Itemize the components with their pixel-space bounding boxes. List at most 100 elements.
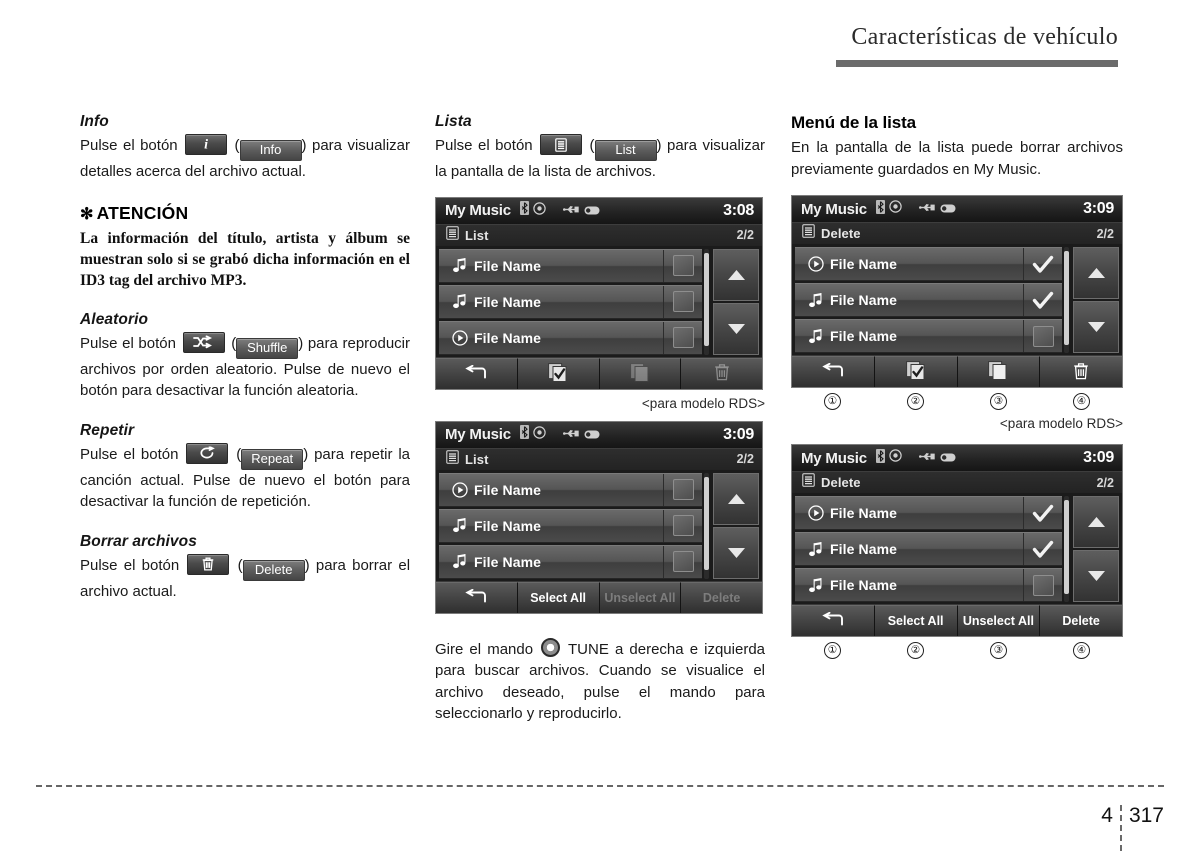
list-item[interactable]: File Name: [795, 319, 1062, 353]
row-checkbox[interactable]: [1023, 320, 1062, 352]
screen-delete-rds[interactable]: My Music 3:09 Delete 2/2 File Name File …: [791, 195, 1123, 388]
row-checkbox[interactable]: [1023, 569, 1062, 601]
sub-bar: Delete 2/2: [792, 222, 1122, 244]
repeat-icon: [186, 442, 229, 464]
screen-delete-select[interactable]: My Music 3:09 Delete 2/2 File Name File …: [791, 444, 1123, 637]
scrollbar[interactable]: [1064, 496, 1069, 602]
list-item[interactable]: File Name: [439, 544, 702, 579]
delete-button[interactable]: [680, 357, 762, 389]
disc-icon: [889, 200, 902, 218]
row-checkbox[interactable]: [1023, 533, 1062, 565]
scroll-up-icon[interactable]: [713, 472, 759, 525]
delete-button[interactable]: Delete: [1039, 605, 1122, 636]
scrollbar[interactable]: [1064, 247, 1069, 353]
unselect-all-button[interactable]: [598, 357, 681, 389]
paren-open: (: [234, 137, 240, 154]
scrollbar[interactable]: [704, 248, 709, 355]
shuffle-text-before: Pulse el botón: [80, 334, 176, 352]
music-note-icon: [446, 258, 474, 273]
scrollbar[interactable]: [704, 472, 709, 579]
scroll-down-icon[interactable]: [713, 302, 759, 355]
row-checkbox[interactable]: [663, 249, 702, 282]
list-item[interactable]: File Name: [439, 508, 702, 543]
row-checkbox[interactable]: [663, 285, 702, 318]
row-checkbox[interactable]: [663, 473, 702, 506]
tune-knob-icon: [541, 637, 561, 657]
row-checkbox[interactable]: [1023, 497, 1062, 529]
list-item[interactable]: File Name: [439, 472, 702, 507]
screen-list-select[interactable]: My Music 3:09 List 2/2 File Name File Na…: [435, 420, 763, 614]
music-note-icon: [802, 292, 830, 308]
row-checkbox[interactable]: [663, 509, 702, 542]
bluetooth-icon: [519, 201, 529, 220]
row-checkbox[interactable]: [663, 545, 702, 578]
screen-list-rds[interactable]: My Music 3:08 List 2/2 File Name File Na…: [435, 196, 763, 390]
scroll-up-icon[interactable]: [713, 248, 759, 301]
list-item[interactable]: File Name: [439, 320, 702, 355]
list-item[interactable]: File Name: [795, 247, 1062, 281]
scroll-up-icon[interactable]: [1073, 496, 1119, 548]
repeat-text-before: Pulse el botón: [80, 445, 179, 463]
trash-icon: [1073, 362, 1089, 383]
file-name: File Name: [830, 577, 898, 593]
clock: 3:08: [723, 201, 754, 219]
usb-icon: [918, 200, 936, 218]
paren-open: (: [589, 137, 595, 154]
unselect-all-button[interactable]: Unselect All: [956, 605, 1040, 636]
scroll-up-icon[interactable]: [1073, 247, 1119, 299]
list-button-label[interactable]: List: [594, 140, 657, 161]
middle-column: Lista Pulse el botón (List) para visuali…: [435, 113, 765, 725]
ipod-icon: [940, 200, 956, 218]
callout-number: ②: [907, 393, 924, 410]
screen-body: File Name File Name File Name: [436, 245, 762, 357]
select-all-button[interactable]: [873, 356, 957, 387]
delete-button[interactable]: Delete: [680, 581, 762, 613]
back-button[interactable]: [436, 581, 517, 613]
select-all-button[interactable]: [516, 357, 599, 389]
callout-3: ③: [957, 393, 1040, 410]
list-item[interactable]: File Name: [795, 496, 1062, 530]
info-button-label[interactable]: Info: [239, 140, 302, 161]
row-checkbox[interactable]: [663, 321, 702, 354]
row-checkbox[interactable]: [1023, 248, 1062, 280]
list-icon: [446, 449, 459, 469]
usb-icon: [918, 449, 936, 467]
shuffle-paragraph: Pulse el botón (Shuffle) para reproducir…: [80, 331, 410, 402]
back-button[interactable]: [436, 357, 517, 389]
callout-1: ①: [791, 642, 874, 659]
screen-title: My Music: [801, 200, 867, 218]
delete-button[interactable]: [1039, 356, 1122, 387]
scroll-down-icon[interactable]: [1073, 550, 1119, 602]
sub-bar-label: List: [465, 451, 489, 467]
screen-caption: <para modelo RDS>: [641, 395, 765, 411]
back-arrow-icon: [822, 362, 844, 381]
scroll-down-icon[interactable]: [713, 526, 759, 579]
list-item[interactable]: File Name: [795, 568, 1062, 602]
list-item[interactable]: File Name: [795, 283, 1062, 317]
unselect-all-button[interactable]: [956, 356, 1040, 387]
repeat-button-label[interactable]: Repeat: [241, 448, 304, 470]
select-all-button[interactable]: Select All: [516, 581, 599, 613]
usb-icon: [562, 426, 580, 444]
list-item[interactable]: File Name: [795, 532, 1062, 566]
unselect-all-button[interactable]: Unselect All: [598, 581, 681, 613]
file-name: File Name: [830, 256, 898, 272]
back-button[interactable]: [792, 356, 874, 387]
scroll-buttons: [1073, 247, 1119, 353]
list-icon: [540, 134, 583, 155]
shuffle-button-label[interactable]: Shuffle: [236, 337, 299, 359]
list-item[interactable]: File Name: [439, 284, 702, 319]
footer-divider: [36, 785, 1164, 787]
select-all-button[interactable]: Select All: [873, 605, 957, 636]
repeat-paragraph: Pulse el botón (Repeat) para repetir la …: [80, 442, 410, 513]
delete-button-label[interactable]: Delete: [242, 559, 305, 581]
row-checkbox[interactable]: [1023, 284, 1062, 316]
trash-icon: [187, 553, 230, 575]
scroll-down-icon[interactable]: [1073, 301, 1119, 353]
page-indicator: 2/2: [736, 228, 754, 242]
file-list: File Name File Name File Name: [439, 472, 702, 579]
back-button[interactable]: [792, 605, 874, 636]
list-item[interactable]: File Name: [439, 248, 702, 283]
music-note-icon: [802, 541, 830, 557]
file-name: File Name: [830, 328, 898, 344]
